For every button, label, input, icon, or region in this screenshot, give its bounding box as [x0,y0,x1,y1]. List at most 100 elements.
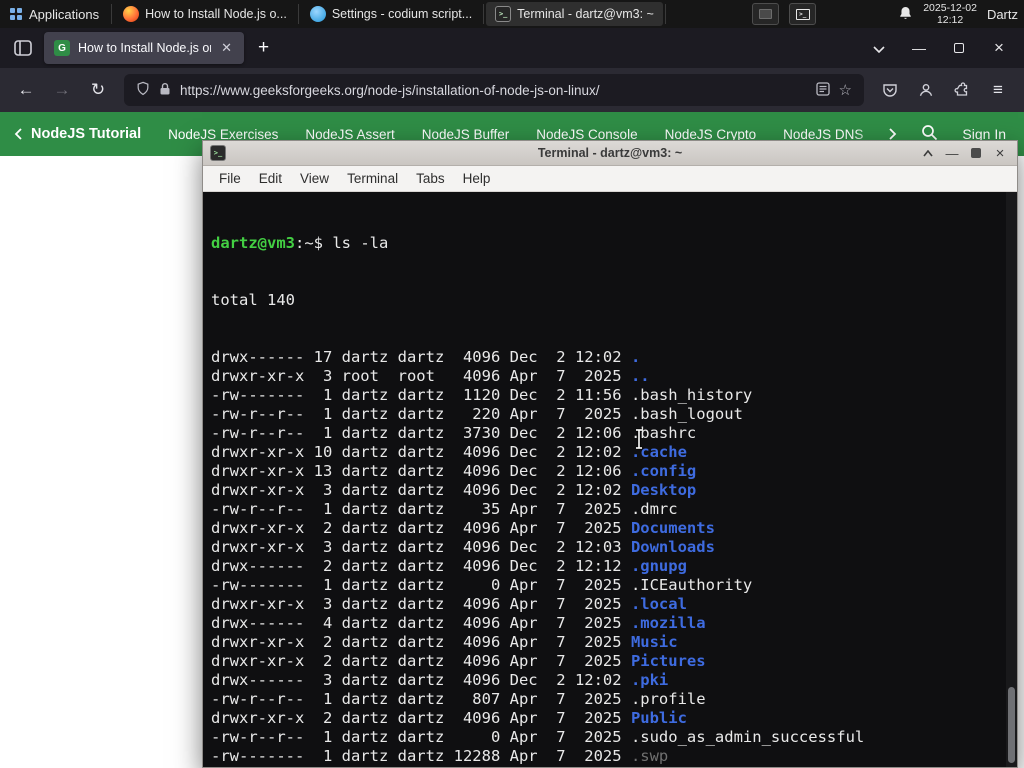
browser-tab-bar: G How to Install Node.js on ✕ + — × [0,28,1024,68]
terminal-line: drwx------ 17 dartz dartz 4096 Dec 2 12:… [211,348,641,366]
tracking-shield-icon[interactable] [136,81,150,99]
terminal-menu-item[interactable]: Terminal [339,168,406,189]
extensions-puzzle-icon[interactable] [946,74,978,106]
tray-window-icon[interactable] [752,3,780,25]
taskbar-separator [297,4,299,24]
taskbar-item[interactable]: >_ Terminal - dartz@vm3: ~ [486,2,663,26]
taskbar-separator [483,4,485,24]
file-name: .bash_history [630,386,753,404]
terminal-line: drwxr-xr-x 10 dartz dartz 4096 Dec 2 12:… [211,443,687,461]
window-maximize-button[interactable] [942,40,976,56]
directory-name: .config [630,462,697,480]
terminal-line: -rw-r--r-- 1 dartz dartz 3730 Dec 2 12:0… [211,424,697,442]
file-name: .swp [630,747,669,765]
taskbar-item-label: Terminal - dartz@vm3: ~ [517,7,654,21]
forward-icon[interactable]: → [46,74,78,106]
terminal-line: drwx------ 3 dartz dartz 4096 Dec 2 12:0… [211,671,669,689]
terminal-menu-item[interactable]: File [211,168,249,189]
directory-name: .. [630,367,650,385]
taskbar-item[interactable]: Settings - codium script... [301,2,481,26]
firefox-view-icon[interactable] [8,34,38,62]
url-text: https://www.geeksforgeeks.org/node-js/in… [180,82,600,98]
new-tab-button[interactable]: + [250,37,277,59]
taskbar-item[interactable]: How to Install Node.js o... [114,2,296,26]
clock-time: 12:12 [936,14,964,26]
account-icon[interactable] [910,74,942,106]
directory-name: Documents [630,519,715,537]
terminal-viewport[interactable]: dartz@vm3:~$ ls -la total 140 drwx------… [203,192,1017,767]
pocket-icon[interactable] [874,74,906,106]
notifications-bell-icon[interactable] [898,5,913,24]
directory-name: .pki [630,671,669,689]
directory-name: Music [630,633,678,651]
terminal-menu-item[interactable]: Help [455,168,499,189]
url-bar[interactable]: https://www.geeksforgeeks.org/node-js/in… [124,74,864,106]
terminal-menu-item[interactable]: Edit [251,168,290,189]
terminal-line: drwxr-xr-x 2 dartz dartz 4096 Apr 7 2025… [211,766,1003,767]
lock-icon[interactable] [159,82,171,99]
window-minimize-button[interactable]: — [902,40,936,56]
back-icon[interactable]: ← [10,74,42,106]
terminal-line: -rw-r--r-- 1 dartz dartz 220 Apr 7 2025 … [211,405,743,423]
terminal-line: drwx------ 4 dartz dartz 4096 Apr 7 2025… [211,614,706,632]
terminal-icon: >_ [495,6,512,22]
directory-name: Desktop [630,481,697,499]
geeksforgeeks-favicon: G [54,40,70,56]
site-nav-primary[interactable]: NodeJS Tutorial [14,126,141,142]
hamburger-menu-icon[interactable]: ≡ [982,74,1014,106]
terminal-title: Terminal - dartz@vm3: ~ [537,146,683,160]
terminal-scrollbar[interactable] [1006,192,1017,767]
terminal-line: -rw-r--r-- 1 dartz dartz 35 Apr 7 2025 .… [211,500,678,518]
file-name: .sudo_as_admin_successful [630,728,865,746]
list-tabs-chevron-icon[interactable] [862,40,896,56]
terminal-menu-item[interactable]: Tabs [408,168,453,189]
panel-separator [111,4,113,24]
terminal-menu-item[interactable]: View [292,168,337,189]
terminal-line: -rw-r--r-- 1 dartz dartz 807 Apr 7 2025 … [211,690,706,708]
taskbar: How to Install Node.js o... Settings - co… [114,0,668,28]
window-close-button[interactable]: × [982,38,1016,58]
applications-icon [10,8,22,20]
system-tray: >_ 2025-12-02 12:12 Dartz [752,2,1024,26]
terminal-window-icon: >_ [210,145,226,161]
terminal-close-button[interactable]: × [990,144,1010,162]
terminal-shade-button[interactable] [918,144,938,162]
terminal-minimize-button[interactable]: — [942,144,962,162]
tab-close-icon[interactable]: ✕ [219,40,234,56]
reload-icon[interactable]: ↻ [82,74,114,106]
terminal-prompt-line: dartz@vm3:~$ ls -la [211,234,389,252]
terminal-line: -rw------- 1 dartz dartz 12288 Apr 7 202… [211,747,669,765]
chevron-right-icon[interactable] [889,128,897,140]
directory-name: Templates [631,766,715,767]
browser-tab[interactable]: G How to Install Node.js on ✕ [44,32,244,64]
taskbar-separator [664,4,666,24]
tray-terminal-icon[interactable]: >_ [789,3,817,25]
scrollbar-thumb[interactable] [1008,687,1015,763]
taskbar-item-label: How to Install Node.js o... [145,7,287,21]
terminal-line: drwxr-xr-x 2 dartz dartz 4096 Apr 7 2025… [211,519,715,537]
directory-name: .mozilla [630,614,706,632]
directory-name: Downloads [630,538,715,556]
terminal-line: drwxr-xr-x 2 dartz dartz 4096 Apr 7 2025… [211,652,706,670]
terminal-line: drwxr-xr-x 3 dartz dartz 4096 Dec 2 12:0… [211,538,715,556]
tab-title: How to Install Node.js on [78,41,212,55]
applications-menu-button[interactable]: Applications [0,0,109,28]
terminal-titlebar[interactable]: >_ Terminal - dartz@vm3: ~ — × [203,141,1017,166]
terminal-line: -rw------- 1 dartz dartz 0 Apr 7 2025 .I… [211,576,753,594]
terminal-line: drwx------ 2 dartz dartz 4096 Dec 2 12:1… [211,557,687,575]
codium-icon [309,6,326,22]
terminal-line: drwxr-xr-x 3 dartz dartz 4096 Apr 7 2025… [211,595,687,613]
terminal-maximize-button[interactable] [966,144,986,162]
file-name: .profile [630,690,706,708]
panel-clock[interactable]: 2025-12-02 12:12 [923,2,977,26]
file-name: .dmrc [630,500,678,518]
terminal-line: drwxr-xr-x 3 dartz dartz 4096 Dec 2 12:0… [211,481,697,499]
bookmark-star-icon[interactable]: ☆ [839,81,852,99]
reader-mode-icon[interactable] [815,81,830,99]
terminal-line: drwxr-xr-x 2 dartz dartz 4096 Apr 7 2025… [211,709,687,727]
username-label: Dartz [986,6,1018,22]
terminal-total-line: total 140 [211,291,295,309]
chevron-left-icon [14,128,22,140]
directory-name: .gnupg [630,557,687,575]
terminal-line: -rw-r--r-- 1 dartz dartz 0 Apr 7 2025 .s… [211,728,865,746]
